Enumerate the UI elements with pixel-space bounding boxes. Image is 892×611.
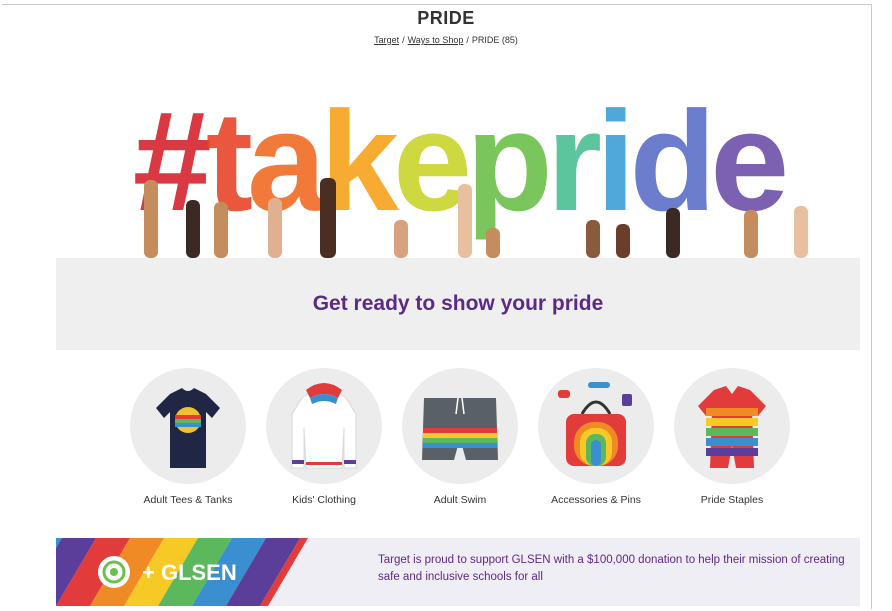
breadcrumb-separator: / (402, 35, 405, 45)
glsen-banner[interactable]: + GLSEN Target is proud to support GLSEN… (56, 538, 860, 606)
bag-icon (558, 382, 632, 466)
hoodie-icon (291, 383, 357, 469)
page-title: PRIDE (417, 8, 475, 28)
category-adult-swim[interactable]: Adult Swim (392, 368, 528, 506)
category-carousel: Adult Tees & Tanks Kids' Clothing Adult … (56, 368, 860, 518)
breadcrumb-link-target[interactable]: Target (374, 35, 399, 45)
promo-heading: Get ready to show your pride (312, 292, 604, 315)
glsen-banner-message: Target is proud to support GLSEN with a … (378, 554, 845, 583)
rainbow-stripes-graphic: + GLSEN (56, 538, 348, 606)
category-kids-clothing[interactable]: Kids' Clothing (256, 368, 392, 506)
romper-icon (698, 386, 766, 468)
hero-banner[interactable]: #takepride (56, 60, 860, 258)
category-label: Kids' Clothing (292, 494, 356, 506)
breadcrumb-link-ways-to-shop[interactable]: Ways to Shop (408, 35, 464, 45)
category-image (674, 368, 790, 484)
category-label: Adult Tees & Tanks (143, 494, 233, 506)
category-image (402, 368, 518, 484)
category-accessories[interactable]: Accessories & Pins (528, 368, 664, 506)
category-pride-staples[interactable]: Pride Staples (664, 368, 800, 506)
hero-takepride-graphic: #takepride (133, 82, 808, 258)
category-label: Pride Staples (700, 494, 764, 506)
promo-section: Get ready to show your pride (56, 258, 860, 350)
breadcrumb: Target / Ways to Shop / PRIDE (85) (0, 35, 892, 45)
tshirt-icon (156, 388, 220, 468)
breadcrumb-current: PRIDE (85) (471, 35, 518, 45)
breadcrumb-separator: / (466, 35, 469, 45)
swim-trunks-icon (422, 397, 498, 460)
category-adult-tees[interactable]: Adult Tees & Tanks (120, 368, 256, 506)
category-label: Adult Swim (433, 494, 487, 506)
glsen-logo-text: + GLSEN (142, 560, 237, 585)
category-image (538, 368, 654, 484)
category-label: Accessories & Pins (551, 494, 641, 506)
category-image (266, 368, 382, 484)
category-image (130, 368, 246, 484)
